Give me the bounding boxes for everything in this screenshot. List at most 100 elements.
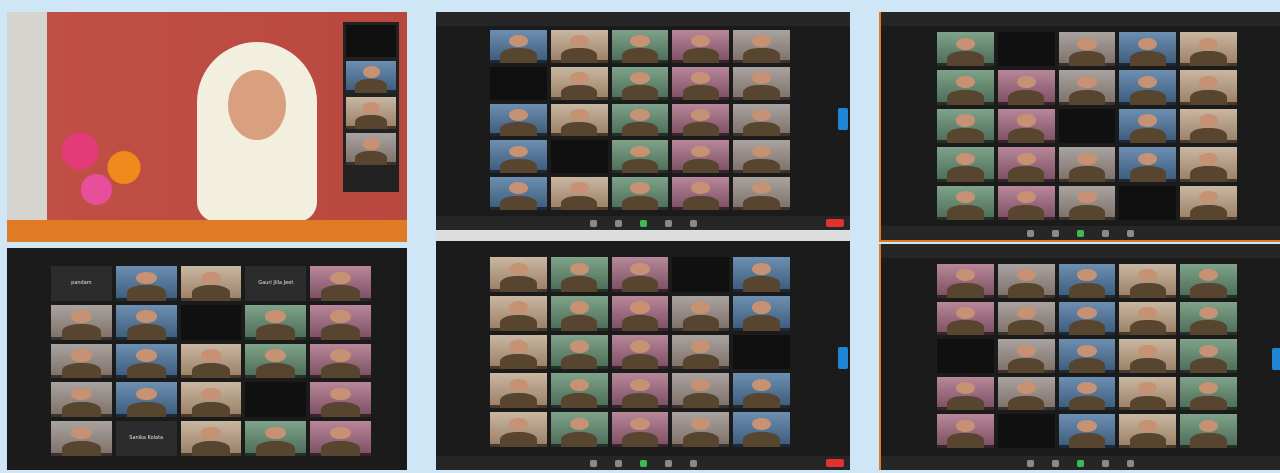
participant-tile[interactable] (1058, 339, 1116, 373)
participant-tile[interactable] (346, 133, 396, 165)
participant-tile[interactable] (310, 421, 371, 456)
share-screen-icon[interactable] (639, 219, 647, 227)
participant-tile[interactable] (1058, 264, 1116, 298)
participant-tile[interactable] (733, 66, 790, 100)
participant-tile[interactable] (550, 140, 608, 174)
participant-tile[interactable] (1058, 147, 1116, 182)
participant-tile[interactable] (997, 70, 1055, 105)
participant-tile[interactable] (1180, 339, 1237, 373)
participant-tile[interactable] (672, 30, 730, 63)
participant-tile[interactable] (611, 412, 669, 447)
share-screen-icon[interactable] (639, 459, 647, 467)
participant-tile[interactable] (490, 257, 547, 292)
next-page-arrow[interactable] (838, 108, 848, 130)
mute-icon[interactable] (589, 219, 597, 227)
participant-tile[interactable] (490, 373, 547, 409)
participant-tile[interactable] (51, 421, 112, 456)
participant-tile[interactable] (490, 412, 547, 447)
participant-tile[interactable] (611, 140, 669, 174)
share-screen-icon[interactable] (1077, 459, 1084, 467)
participant-tile[interactable] (1180, 32, 1237, 67)
participant-tile[interactable]: Sanika Kolata (115, 421, 177, 456)
participant-tile[interactable] (1180, 147, 1237, 182)
participants-icon[interactable] (664, 459, 672, 467)
participant-tile[interactable] (180, 421, 242, 456)
participant-tile[interactable] (1180, 185, 1237, 220)
participant-tile[interactable] (733, 30, 790, 63)
participant-tile[interactable] (550, 412, 608, 447)
participant-tile[interactable] (733, 103, 790, 137)
video-icon[interactable] (614, 219, 622, 227)
participant-tile[interactable] (997, 301, 1055, 336)
participant-tile[interactable] (490, 140, 547, 174)
participant-tile[interactable] (51, 304, 112, 340)
participant-tile[interactable] (180, 343, 242, 379)
participant-tile[interactable] (1058, 32, 1116, 67)
video-icon[interactable] (614, 459, 622, 467)
participant-tile[interactable] (672, 373, 730, 409)
participant-tile[interactable] (180, 382, 242, 418)
participant-tile[interactable] (733, 334, 790, 370)
participant-tile[interactable] (115, 266, 177, 301)
participant-tile[interactable] (997, 376, 1055, 411)
participant-tile[interactable] (937, 70, 994, 105)
participant-tile[interactable] (672, 140, 730, 174)
participant-tile[interactable] (115, 382, 177, 418)
participant-tile[interactable] (310, 382, 371, 418)
participant-tile[interactable] (1180, 70, 1237, 105)
participant-tile[interactable] (245, 382, 307, 418)
video-icon[interactable] (1052, 459, 1059, 467)
participant-tile[interactable] (1058, 376, 1116, 411)
participant-tile[interactable] (550, 30, 608, 63)
participant-tile[interactable] (611, 295, 669, 331)
participant-tile[interactable] (937, 108, 994, 144)
participant-tile[interactable] (937, 414, 994, 448)
participant-tile[interactable] (611, 103, 669, 137)
participant-tile[interactable] (1119, 108, 1177, 144)
mute-icon[interactable] (589, 459, 597, 467)
participant-tile[interactable] (310, 343, 371, 379)
participant-tile[interactable] (937, 32, 994, 67)
participant-tile[interactable] (245, 421, 307, 456)
participant-tile[interactable] (180, 266, 242, 301)
participant-tile[interactable] (733, 412, 790, 447)
participant-tile[interactable] (550, 334, 608, 370)
participant-tile[interactable] (550, 373, 608, 409)
participant-tile[interactable] (346, 25, 396, 57)
participant-tile[interactable] (1119, 70, 1177, 105)
video-icon[interactable] (1052, 229, 1059, 237)
participant-tile[interactable] (310, 266, 371, 301)
participant-tile[interactable] (937, 147, 994, 182)
participant-tile[interactable] (937, 376, 994, 411)
participant-tile[interactable] (997, 147, 1055, 182)
participant-tile[interactable] (733, 140, 790, 174)
participant-tile[interactable] (1058, 108, 1116, 144)
participant-tile[interactable] (1119, 376, 1177, 411)
participant-tile[interactable] (1180, 264, 1237, 298)
mute-icon[interactable] (1027, 459, 1034, 467)
participant-tile[interactable] (733, 295, 790, 331)
participant-tile[interactable] (1058, 70, 1116, 105)
participant-tile[interactable] (1119, 264, 1177, 298)
participant-tile[interactable] (997, 32, 1055, 67)
participant-tile[interactable] (1058, 185, 1116, 220)
share-screen-icon[interactable] (1077, 229, 1084, 237)
end-meeting-button[interactable] (826, 219, 844, 227)
participant-tile[interactable] (245, 343, 307, 379)
participant-tile[interactable] (937, 264, 994, 298)
participant-tile[interactable] (115, 304, 177, 340)
participant-tile[interactable] (997, 414, 1055, 448)
participant-tile[interactable] (997, 339, 1055, 373)
participant-tile[interactable] (733, 177, 790, 210)
participant-tile[interactable] (550, 257, 608, 292)
participant-tile[interactable] (672, 66, 730, 100)
participant-tile[interactable] (1119, 185, 1177, 220)
chat-icon[interactable] (1127, 459, 1134, 467)
participant-tile[interactable] (1119, 147, 1177, 182)
participants-icon[interactable] (664, 219, 672, 227)
participant-tile[interactable] (611, 30, 669, 63)
participant-tile[interactable] (611, 66, 669, 100)
participant-tile[interactable] (1180, 301, 1237, 336)
participant-tile[interactable] (611, 257, 669, 292)
mute-icon[interactable] (1027, 229, 1034, 237)
